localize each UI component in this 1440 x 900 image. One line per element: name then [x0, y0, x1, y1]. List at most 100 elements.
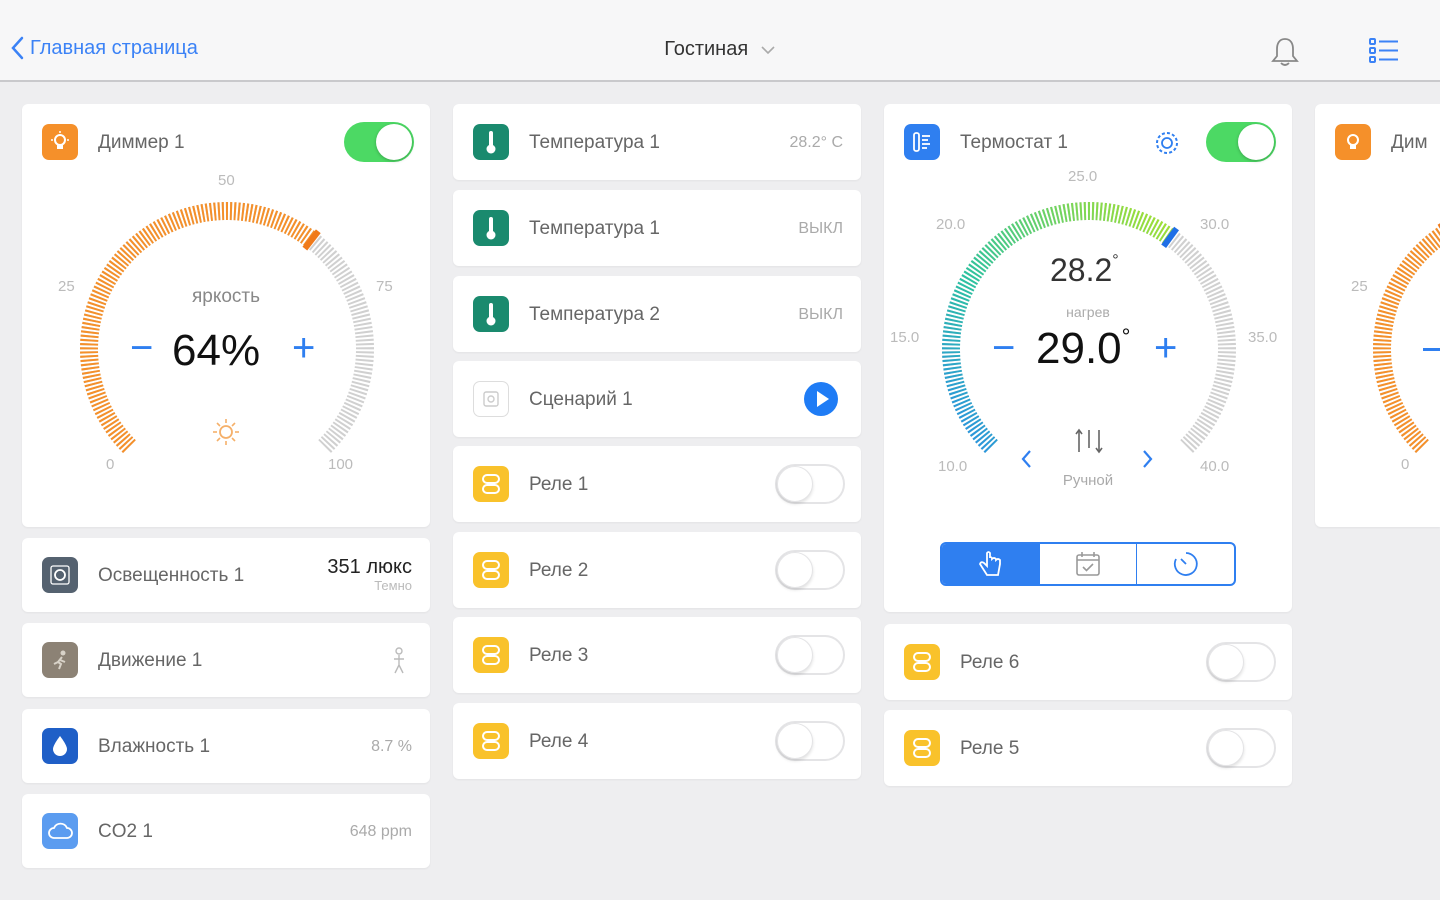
relay-toggle[interactable] [775, 635, 845, 675]
dimmer-card-partial: Дим 25 0 [1315, 104, 1440, 527]
relay-icon [473, 637, 509, 673]
thermostat-icon [904, 124, 940, 160]
segment-manual[interactable] [942, 544, 1040, 584]
relay-icon [904, 730, 940, 766]
illuminance-value: 351 люкс [327, 556, 412, 578]
thermostat-mode: Ручной [1062, 472, 1114, 489]
relay-toggle[interactable] [775, 550, 845, 590]
relay-icon [473, 466, 509, 502]
heat-mode-icon [1075, 428, 1103, 454]
thermometer-icon [473, 210, 509, 246]
toggle-knob [1208, 644, 1244, 680]
degree-sign: ° [1112, 252, 1119, 269]
toggle-knob [376, 124, 412, 160]
page-title: Гостиная [664, 38, 749, 60]
setpoint: 29.0° [1036, 324, 1130, 374]
dimmer-card: Диммер 1 50 25 75 0 100 яркость − 64% + [22, 104, 430, 527]
partial-minus-button[interactable] [1423, 348, 1440, 351]
relay-card: Реле 6 [884, 624, 1292, 700]
thermometer-icon [473, 296, 509, 332]
co2-card[interactable]: CO2 1 648 ppm [22, 794, 430, 868]
sensor-name: Температура 1 [529, 218, 660, 239]
dimmer-name: Диммер 1 [98, 132, 185, 153]
temperature-sensor-card[interactable]: Температура 1 ВЫКЛ [453, 190, 861, 266]
relay-toggle[interactable] [775, 464, 845, 504]
segment-timer[interactable] [1137, 544, 1234, 584]
chevron-down-icon [761, 46, 775, 54]
dimmer-gauge[interactable] [72, 194, 382, 454]
play-icon[interactable] [803, 381, 839, 417]
relay-name: Реле 4 [529, 731, 589, 752]
dimmer-minus-button[interactable]: − [130, 326, 153, 371]
cloud-icon [42, 813, 78, 849]
sun-icon [213, 419, 239, 445]
scenario-icon [473, 381, 509, 417]
relay-toggle[interactable] [775, 721, 845, 761]
relay-name: Реле 1 [529, 474, 589, 495]
toggle-knob [777, 637, 813, 673]
sensor-value: ВЫКЛ [798, 306, 843, 323]
dimmer-plus-button[interactable]: + [292, 326, 315, 371]
thermo-scale-15: 15.0 [890, 329, 920, 346]
illuminance-status: Темно [374, 578, 412, 593]
thermostat-name: Термостат 1 [960, 132, 1068, 153]
sensor-name: Температура 1 [529, 132, 660, 153]
chevron-left-icon[interactable] [1020, 448, 1034, 470]
list-menu-icon[interactable] [1368, 36, 1400, 66]
room-selector[interactable]: Гостиная [0, 38, 1440, 61]
thermo-scale-35: 35.0 [1248, 329, 1278, 346]
partial-card-name: Дим [1391, 132, 1428, 153]
partial-scale-q1: 25 [1351, 278, 1368, 295]
thermostat-mode-segmented [940, 542, 1236, 586]
relay-card: Реле 1 [453, 446, 861, 522]
scenario-card[interactable]: Сценарий 1 [453, 361, 861, 437]
thermostat-card: Термостат 1 25.0 20.0 30.0 15.0 35.0 10.… [884, 104, 1292, 612]
gear-icon[interactable] [1152, 128, 1182, 158]
thermostat-plus-button[interactable]: + [1154, 326, 1177, 371]
scenario-name: Сценарий 1 [529, 389, 633, 410]
toggle-knob [777, 552, 813, 588]
illuminance-icon [42, 557, 78, 593]
thermo-scale-25: 25.0 [1068, 168, 1098, 185]
current-temperature: 28.2° [1050, 252, 1119, 289]
segment-schedule[interactable] [1040, 544, 1138, 584]
dimmer-gauge-partial [1373, 223, 1440, 453]
sensor-value: 28.2° C [789, 134, 843, 151]
relay-card: Реле 2 [453, 532, 861, 608]
relay-name: Реле 6 [960, 652, 1020, 673]
hand-pointer-icon [979, 551, 1002, 576]
relay-toggle[interactable] [1206, 642, 1276, 682]
bell-icon[interactable] [1270, 36, 1300, 68]
thermostat-minus-button[interactable]: − [992, 326, 1015, 371]
motion-card[interactable]: Движение 1 [22, 623, 430, 697]
dimmer-toggle[interactable] [344, 122, 414, 162]
thermostat-mode-text: нагрев [1066, 304, 1110, 320]
relay-name: Реле 5 [960, 738, 1020, 759]
humidity-card[interactable]: Влажность 1 8.7 % [22, 709, 430, 783]
dimmer-caption: яркость [191, 286, 261, 307]
thermometer-icon [473, 124, 509, 160]
relay-card: Реле 4 [453, 703, 861, 779]
thermostat-toggle[interactable] [1206, 122, 1276, 162]
illuminance-card[interactable]: Освещенность 1 351 люкс Темно [22, 538, 430, 612]
temperature-sensor-card[interactable]: Температура 1 28.2° C [453, 104, 861, 180]
relay-icon [473, 552, 509, 588]
thermo-scale-20: 20.0 [936, 216, 966, 233]
illuminance-name: Освещенность 1 [98, 565, 245, 586]
relay-card: Реле 5 [884, 710, 1292, 786]
toggle-knob [777, 466, 813, 502]
relay-name: Реле 2 [529, 560, 589, 581]
humidity-name: Влажность 1 [98, 736, 211, 757]
sensor-value: ВЫКЛ [798, 220, 843, 237]
temperature-sensor-card[interactable]: Температура 2 ВЫКЛ [453, 276, 861, 352]
relay-toggle[interactable] [1206, 728, 1276, 768]
calendar-check-icon [1076, 552, 1100, 576]
degree-sign: ° [1121, 324, 1131, 349]
dimmer-scale-mid: 50 [218, 172, 235, 189]
motion-name: Движение 1 [98, 650, 203, 671]
chevron-right-icon[interactable] [1140, 448, 1154, 470]
toggle-knob [1238, 124, 1274, 160]
relay-icon [904, 644, 940, 680]
walking-person-icon [394, 647, 404, 674]
current-temperature-value: 28.2 [1050, 252, 1113, 288]
